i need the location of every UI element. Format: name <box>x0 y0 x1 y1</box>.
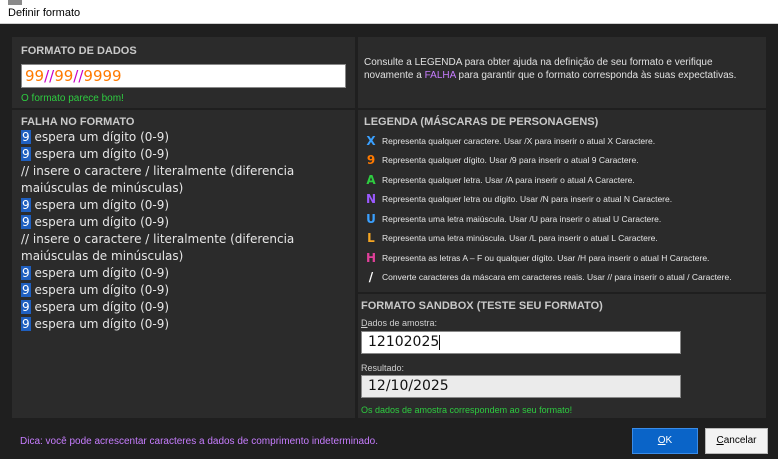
fail-heading: FALHA NO FORMATO <box>21 116 135 128</box>
legend-symbol: U <box>366 211 376 226</box>
legend-item: H Representa as letras A – F ou qualquer … <box>364 248 762 268</box>
cancel-button[interactable]: Cancelar <box>705 428 768 454</box>
fail-row-token: 9 <box>21 130 31 144</box>
cancel-accelerator: C <box>716 435 724 446</box>
legend-symbol: 9 <box>366 153 376 168</box>
ok-accelerator: O <box>657 435 666 446</box>
legend-symbol: A <box>366 172 376 187</box>
legend-heading: LEGENDA (MÁSCARAS DE PERSONAGENS) <box>364 116 599 128</box>
format-panel: FORMATO DE DADOS 99//99//9999 O formato … <box>12 37 355 108</box>
legend-symbol: X <box>366 133 376 148</box>
legend-item: N Representa qualquer letra ou dígito. Us… <box>364 190 762 210</box>
fail-row-token: 9 <box>21 317 31 331</box>
fail-row: 9 espera um dígito (0-9) <box>21 265 351 282</box>
legend-list: X Representa qualquer caractere. Usar /X … <box>364 131 762 287</box>
help-text-part2: para garantir que o formato corresponda … <box>455 70 737 81</box>
fail-row-token: 9 <box>21 300 31 314</box>
legend-description: Representa qualquer dígito. Usar /9 para… <box>382 155 639 166</box>
fail-row-token: 9 <box>21 266 31 280</box>
legend-description: Representa qualquer caractere. Usar /X p… <box>382 135 656 146</box>
result-value: 12/10/2025 <box>368 378 449 394</box>
window-title: Definir formato <box>8 7 81 19</box>
format-token-digit: 99 <box>25 67 45 85</box>
legend-description: Representa uma letra minúscula. Usar /L … <box>382 233 658 244</box>
cancel-label: ancelar <box>723 435 757 446</box>
legend-symbol: L <box>367 231 375 246</box>
fail-row: 9 espera um dígito (0-9) <box>21 282 351 299</box>
legend-item: U Representa uma letra maiúscula. Usar /U… <box>364 209 762 229</box>
legend-panel: LEGENDA (MÁSCARAS DE PERSONAGENS) X Repre… <box>358 110 766 292</box>
fail-row-token: 9 <box>21 215 31 229</box>
legend-symbol: / <box>368 270 374 285</box>
help-panel: Consulte a LEGENDA para obter ajuda na d… <box>358 37 766 108</box>
format-status: O formato parece bom! <box>21 93 124 104</box>
sample-label: Dados de amostra: <box>361 318 437 328</box>
fail-row-text: espera um dígito (0-9) <box>30 147 170 161</box>
legend-item: L Representa uma letra minúscula. Usar /L… <box>364 229 762 249</box>
format-input[interactable]: 99//99//9999 <box>21 64 346 88</box>
fail-row-text: espera um dígito (0-9) <box>30 198 170 212</box>
fail-row-token: 9 <box>21 198 31 212</box>
fail-row: // insere o caractere / literalmente (di… <box>21 231 351 265</box>
ok-button[interactable]: OK <box>632 428 698 454</box>
sandbox-heading: FORMATO SANDBOX (TESTE SEU FORMATO) <box>361 300 603 312</box>
fail-row: 9 espera um dígito (0-9) <box>21 316 351 333</box>
fail-row-token: 9 <box>21 283 31 297</box>
sample-label-text: ados de amostra: <box>367 318 438 328</box>
title-bar: Definir formato <box>0 0 778 24</box>
format-token-digit: 9999 <box>83 67 122 85</box>
fail-row-text: espera um dígito (0-9) <box>30 300 170 314</box>
tip-text: Dica: você pode acrescentar caracteres a… <box>20 436 378 447</box>
format-token-slash: // <box>73 67 84 85</box>
fail-row: 9 espera um dígito (0-9) <box>21 299 351 316</box>
legend-description: Converte caracteres da máscara em caract… <box>382 272 732 283</box>
fail-row-text: espera um dígito (0-9) <box>30 215 170 229</box>
result-field: 12/10/2025 <box>361 375 681 398</box>
fail-row: 9 espera um dígito (0-9) <box>21 129 351 146</box>
fail-row: 9 espera um dígito (0-9) <box>21 146 351 163</box>
fail-list: 9 espera um dígito (0-9) 9 espera um dígi… <box>21 129 351 333</box>
sandbox-panel: FORMATO SANDBOX (TESTE SEU FORMATO) Dado… <box>358 294 766 418</box>
legend-symbol: H <box>365 250 377 265</box>
sample-data-input[interactable]: 12102025 <box>361 331 681 354</box>
fail-panel: FALHA NO FORMATO 9 espera um dígito (0-9… <box>12 110 355 418</box>
format-heading: FORMATO DE DADOS <box>21 45 137 57</box>
sandbox-status: Os dados de amostra correspondem ao seu … <box>361 405 573 415</box>
fail-row-text: espera um dígito (0-9) <box>30 317 170 331</box>
ok-label: K <box>665 435 673 446</box>
sample-data-value: 12102025 <box>368 334 440 350</box>
result-label: Resultado: <box>361 363 405 373</box>
fail-row: // insere o caractere / literalmente (di… <box>21 163 351 197</box>
legend-item: 9 Representa qualquer dígito. Usar /9 par… <box>364 151 762 171</box>
legend-description: Representa as letras A – F ou qualquer d… <box>382 252 710 263</box>
legend-symbol: N <box>365 192 377 207</box>
fail-row-text: espera um dígito (0-9) <box>30 266 170 280</box>
legend-description: Representa qualquer letra. Usar /A para … <box>382 174 635 185</box>
fail-row-token: 9 <box>21 147 31 161</box>
help-text: Consulte a LEGENDA para obter ajuda na d… <box>364 56 762 82</box>
background-window-icon <box>8 0 22 5</box>
text-caret <box>439 334 441 350</box>
fail-row: 9 espera um dígito (0-9) <box>21 197 351 214</box>
help-falha: FALHA <box>424 70 456 81</box>
legend-item: X Representa qualquer caractere. Usar /X … <box>364 131 762 151</box>
legend-item: / Converte caracteres da máscara em carac… <box>364 268 762 288</box>
fail-row-text: // insere o caractere / literalmente (di… <box>21 164 295 195</box>
legend-description: Representa qualquer letra ou dígito. Usa… <box>382 194 673 205</box>
fail-row: 9 espera um dígito (0-9) <box>21 214 351 231</box>
fail-row-text: espera um dígito (0-9) <box>30 283 170 297</box>
fail-row-text: // insere o caractere / literalmente (di… <box>21 232 295 263</box>
legend-item: A Representa qualquer letra. Usar /A para… <box>364 170 762 190</box>
format-token-digit: 99 <box>54 67 74 85</box>
format-token-slash: // <box>44 67 55 85</box>
legend-description: Representa uma letra maiúscula. Usar /U … <box>382 213 662 224</box>
fail-row-text: espera um dígito (0-9) <box>30 130 170 144</box>
